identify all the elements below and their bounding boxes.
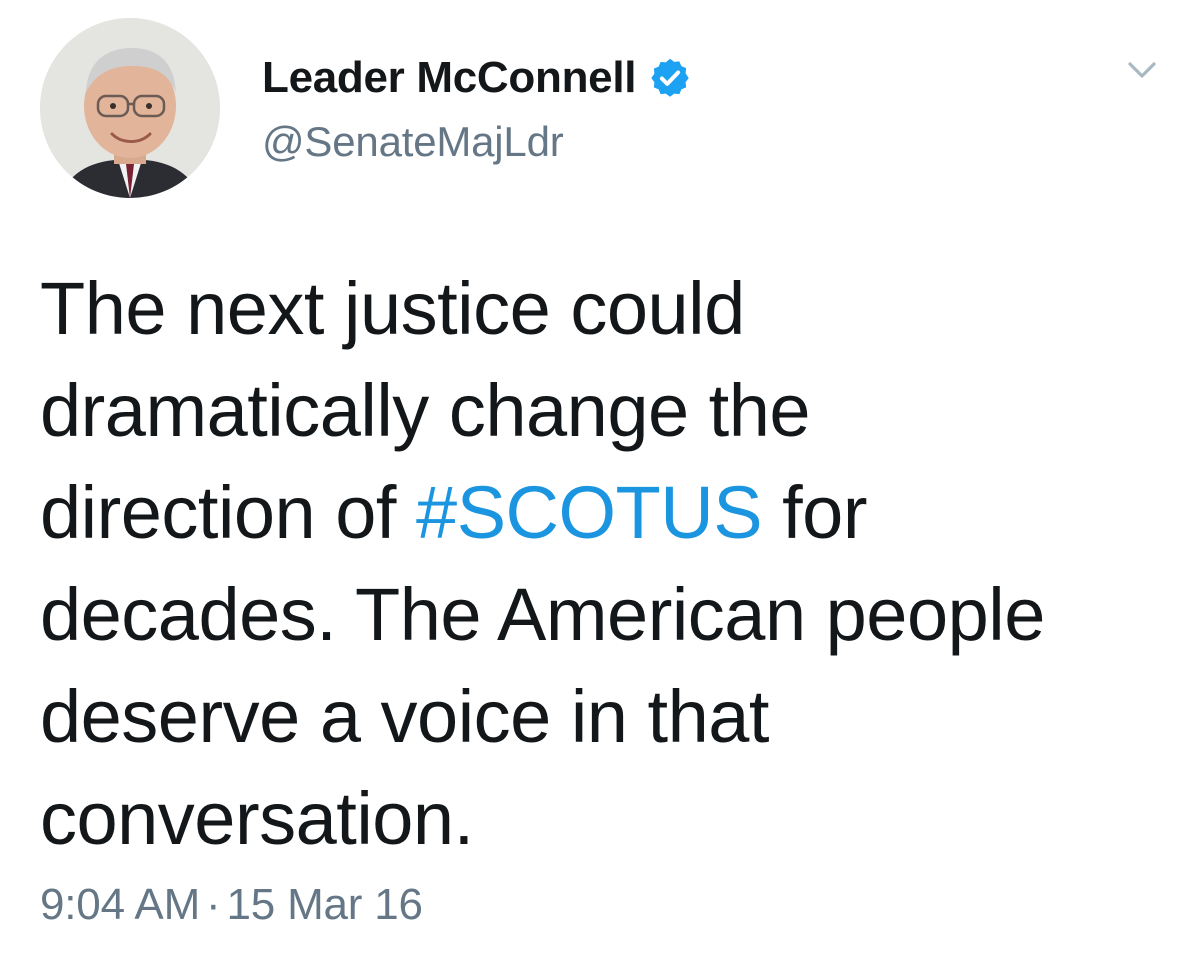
timestamp-separator: · (206, 880, 221, 929)
tweet-text-line: conversation. (40, 777, 474, 860)
tweet-text-line: direction of #SCOTUS for (40, 471, 867, 554)
tweet-text-line: deserve a voice in that (40, 675, 769, 758)
hashtag-link[interactable]: #SCOTUS (416, 471, 763, 554)
avatar[interactable] (40, 18, 220, 198)
tweet-text-line: decades. The American people (40, 573, 1045, 656)
chevron-down-icon[interactable] (1122, 50, 1162, 90)
verified-badge-icon (648, 56, 692, 100)
author-name-row[interactable]: Leader McConnell (262, 50, 692, 106)
tweet-timestamp[interactable]: 9:04 AM · 15 Mar 16 (40, 880, 423, 930)
user-handle[interactable]: @SenateMajLdr (262, 118, 564, 166)
tweet-text-line: The next justice could (40, 267, 745, 350)
tweet-text-line: dramatically change the (40, 369, 811, 452)
display-name[interactable]: Leader McConnell (262, 53, 636, 103)
tweet-date[interactable]: 15 Mar 16 (227, 880, 424, 929)
tweet-text: The next justice could dramatically chan… (40, 258, 1170, 870)
tweet-time[interactable]: 9:04 AM (40, 880, 200, 929)
profile-photo (40, 18, 220, 198)
tweet-card: Leader McConnell @SenateMajLdr The next … (0, 0, 1200, 978)
